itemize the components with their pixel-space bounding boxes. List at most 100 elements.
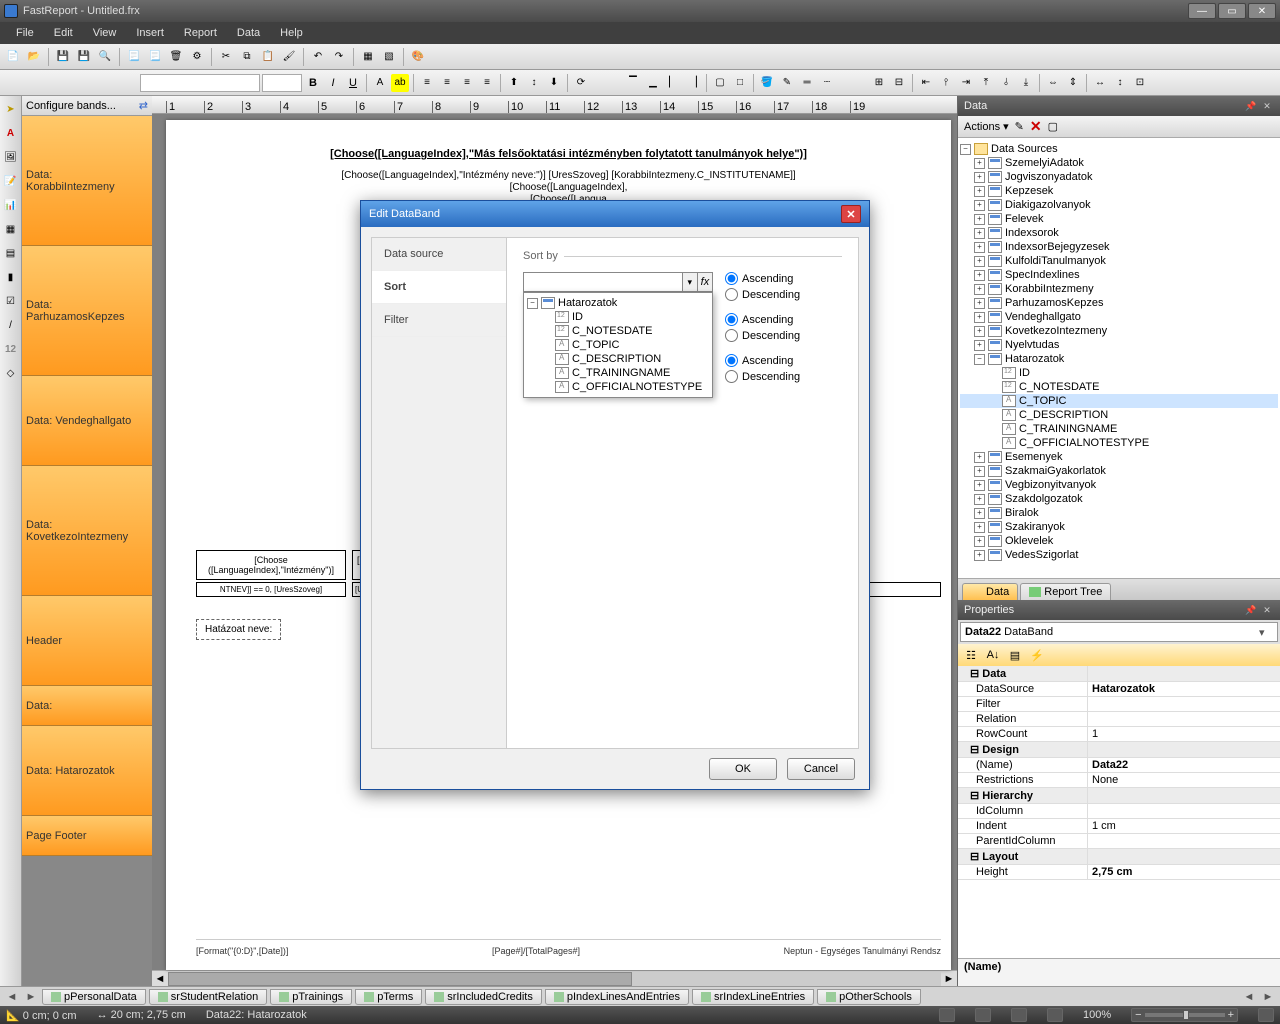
new-icon[interactable]: 📄 (4, 48, 22, 66)
footer-left[interactable]: [Format("{0:D}",[Date])] (196, 946, 288, 956)
dialog-ok-button[interactable]: OK (709, 758, 777, 780)
richtext-icon[interactable]: 📝 (2, 172, 20, 190)
border-right-icon[interactable]: ▕ (684, 74, 702, 92)
pagesetup-icon[interactable]: ⚙ (188, 48, 206, 66)
band-pagefooter[interactable]: Page Footer (22, 816, 152, 856)
property-object-selector[interactable]: Data22 DataBand▾ (960, 622, 1278, 642)
band-header[interactable]: Header (22, 596, 152, 686)
subreport-icon[interactable]: 📊 (2, 196, 20, 214)
tree-item[interactable]: +IndexsorBejegyzesek (960, 240, 1278, 254)
border-none-icon[interactable]: □ (731, 74, 749, 92)
shape-icon[interactable]: ◇ (2, 364, 20, 382)
dropdown-field[interactable]: C_OFFICIALNOTESTYPE (527, 380, 709, 394)
align-right-icon[interactable]: ≡ (458, 74, 476, 92)
space-v-icon[interactable]: ⇕ (1064, 74, 1082, 92)
dialog-cancel-button[interactable]: Cancel (787, 758, 855, 780)
fillcolor-icon[interactable]: 🪣 (758, 74, 776, 92)
sort2-asc-radio[interactable]: Ascending (725, 313, 800, 326)
fontcolor-icon[interactable]: A (371, 74, 389, 92)
tabs-next-icon[interactable]: ► (23, 991, 39, 1003)
styles-icon[interactable]: 🎨 (409, 48, 427, 66)
tab-data[interactable]: Data (962, 583, 1018, 600)
band-korabbiintezmeny[interactable]: Data: KorabbiIntezmeny (22, 116, 152, 246)
linestyle-icon[interactable]: ┈ (818, 74, 836, 92)
doc-tab[interactable]: pIndexLinesAndEntries (545, 989, 689, 1005)
checkbox-icon[interactable]: ☑ (2, 292, 20, 310)
rotate-icon[interactable]: ⟳ (572, 74, 590, 92)
prop-row[interactable]: RowCount1 (958, 727, 1280, 742)
panel-pin-icon[interactable]: 📌 (1244, 99, 1258, 113)
align-left-icon[interactable]: ≡ (418, 74, 436, 92)
format-icon[interactable]: 🖌 (280, 48, 298, 66)
band-vendeghallgato[interactable]: Data: Vendeghallgato (22, 376, 152, 466)
dialog-close-icon[interactable]: ✕ (841, 205, 861, 223)
tree-item[interactable]: +Vegbizonyitvanyok (960, 478, 1278, 492)
panel-close-icon[interactable]: ✕ (1260, 99, 1274, 113)
tree-field[interactable]: ID (960, 366, 1278, 380)
menu-help[interactable]: Help (270, 24, 313, 42)
prop-row[interactable]: Indent1 cm (958, 819, 1280, 834)
tabs-prev-icon[interactable]: ◄ (4, 991, 20, 1003)
prop-row[interactable]: Relation (958, 712, 1280, 727)
events-icon[interactable]: ⚡ (1028, 646, 1046, 664)
border-all-icon[interactable]: ▢ (711, 74, 729, 92)
same-h-icon[interactable]: ↕ (1111, 74, 1129, 92)
minimize-button[interactable]: — (1188, 3, 1216, 19)
prop-row[interactable]: ParentIdColumn (958, 834, 1280, 849)
view-icon[interactable]: ▢ (1048, 120, 1058, 133)
alphabetical-icon[interactable]: A↓ (984, 646, 1002, 664)
dialog-nav-sort[interactable]: Sort (372, 271, 506, 304)
copy-icon[interactable]: ⧉ (238, 48, 256, 66)
report-text[interactable]: [Choose([LanguageIndex],"Intézmény neve:… (196, 170, 941, 181)
border-left-icon[interactable]: ▏ (664, 74, 682, 92)
categorized-icon[interactable]: ☷ (962, 646, 980, 664)
footer-right[interactable]: Neptun - Egységes Tanulmányi Rendsz (784, 946, 941, 956)
dialog-titlebar[interactable]: Edit DataBand ✕ (361, 201, 869, 227)
page-icon[interactable]: 📃 (125, 48, 143, 66)
sort3-asc-radio[interactable]: Ascending (725, 354, 800, 367)
font-size-select[interactable] (262, 74, 302, 92)
align-c-icon[interactable]: ⫯ (937, 74, 955, 92)
ungroup-icon[interactable]: ▧ (380, 48, 398, 66)
pointer-icon[interactable]: ➤ (2, 100, 20, 118)
sort-field-1-fx-icon[interactable]: fx (698, 272, 713, 292)
footer-center[interactable]: [Page#]/[TotalPages#] (492, 946, 580, 956)
align-t-icon[interactable]: ⤒ (977, 74, 995, 92)
table-cell[interactable]: [Choose ([LanguageIndex],"Intézmény")] (196, 550, 346, 580)
tree-item[interactable]: +Biralok (960, 506, 1278, 520)
tabs-scroll-left-icon[interactable]: ◄ (1241, 991, 1257, 1003)
doc-tab[interactable]: pTerms (355, 989, 422, 1005)
tree-item[interactable]: +Szakdolgozatok (960, 492, 1278, 506)
valign-bottom-icon[interactable]: ⬇ (545, 74, 563, 92)
doc-tab[interactable]: srStudentRelation (149, 989, 267, 1005)
table-icon[interactable]: ▦ (2, 220, 20, 238)
deletepage-icon[interactable]: 🗑 (167, 48, 185, 66)
report-text[interactable]: [Choose([LanguageIndex], (196, 182, 941, 193)
line-icon[interactable]: / (2, 316, 20, 334)
close-button[interactable]: ✕ (1248, 3, 1276, 19)
tree-item[interactable]: +SzemelyiAdatok (960, 156, 1278, 170)
preview-icon[interactable]: 🔍 (96, 48, 114, 66)
sort2-desc-radio[interactable]: Descending (725, 329, 800, 342)
tab-report-tree[interactable]: Report Tree (1020, 583, 1111, 600)
view-mode3-icon[interactable] (1011, 1008, 1027, 1022)
zoom-slider[interactable]: −+ (1131, 1008, 1238, 1022)
text-icon[interactable]: A (2, 124, 20, 142)
tree-item[interactable]: +SpecIndexlines (960, 268, 1278, 282)
tree-item[interactable]: +Szakiranyok (960, 520, 1278, 534)
cut-icon[interactable]: ✂ (217, 48, 235, 66)
tree-field[interactable]: C_OFFICIALNOTESTYPE (960, 436, 1278, 450)
dropdown-field[interactable]: C_TOPIC (527, 338, 709, 352)
tree-root[interactable]: −Data Sources (960, 142, 1278, 156)
highlight-icon[interactable]: ab (391, 74, 409, 92)
doc-tab[interactable]: pTrainings (270, 989, 352, 1005)
tree-item[interactable]: +VedesSzigorlat (960, 548, 1278, 562)
actions-dropdown[interactable]: Actions ▾ (964, 120, 1009, 133)
delete-icon[interactable]: ✕ (1030, 118, 1042, 135)
align-tool1-icon[interactable]: ⊞ (870, 74, 888, 92)
view-mode1-icon[interactable] (939, 1008, 955, 1022)
menu-insert[interactable]: Insert (126, 24, 174, 42)
doc-tab[interactable]: pPersonalData (42, 989, 146, 1005)
same-size-icon[interactable]: ⊡ (1131, 74, 1149, 92)
dialog-nav-datasource[interactable]: Data source (372, 238, 506, 271)
